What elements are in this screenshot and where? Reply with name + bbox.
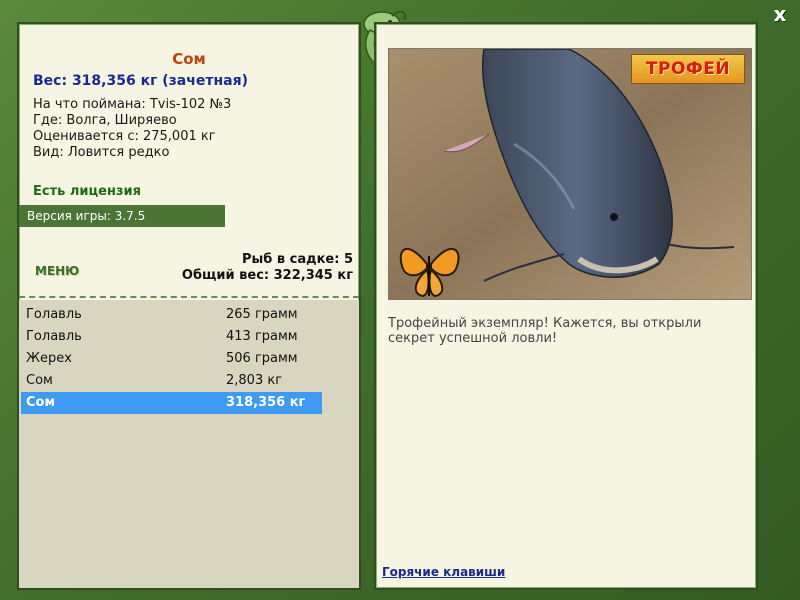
fish-info-panel: Сом Вес: 318,356 кг (зачетная) На что по… <box>17 22 361 590</box>
hotkeys-link[interactable]: Горячие клавиши <box>382 565 505 579</box>
catch-row[interactable]: Жерех 506 грамм <box>21 348 322 370</box>
catfish-image <box>389 49 751 299</box>
section-divider <box>19 296 359 298</box>
catch-fish-name: Голавль <box>26 329 82 344</box>
fish-name: Сом <box>172 50 206 68</box>
catch-row[interactable]: Голавль 265 грамм <box>21 304 322 326</box>
cage-count: Рыб в садке: 5 <box>241 252 353 267</box>
cage-summary: Рыб в садке: 5 Общий вес: 322,345 кг <box>182 252 353 284</box>
trophy-description: Трофейный экземпляр! Кажется, вы открыли… <box>388 316 702 346</box>
catch-fish-name: Жерех <box>26 351 72 366</box>
catch-row[interactable]: Сом 2,803 кг <box>21 370 322 392</box>
cage-total-weight: Общий вес: 322,345 кг <box>181 268 353 283</box>
trophy-panel: ТРОФЕЙ Трофейный экземпляр! Кажется, вы … <box>374 22 758 590</box>
catch-fish-weight: 2,803 кг <box>226 373 283 388</box>
game-version-bar: Версия игры: 3.7.5 <box>19 205 225 227</box>
menu-button[interactable]: МЕНЮ <box>35 264 79 278</box>
close-icon[interactable]: x <box>770 4 790 24</box>
catch-fish-name: Голавль <box>26 307 82 322</box>
catch-fish-weight: 506 грамм <box>226 351 298 366</box>
catch-row-selected[interactable]: Сом 318,356 кг <box>21 392 322 414</box>
trophy-badge: ТРОФЕЙ <box>631 54 745 84</box>
fish-score-threshold: Оценивается с: 275,001 кг <box>33 129 216 144</box>
trophy-photo: ТРОФЕЙ <box>388 48 752 300</box>
catch-row[interactable]: Голавль 413 грамм <box>21 326 322 348</box>
catch-fish-weight: 318,356 кг <box>226 395 306 410</box>
fish-bait: На что поймана: Tvis-102 №3 <box>33 97 232 112</box>
catch-fish-name: Сом <box>26 395 56 410</box>
catch-list: Голавль 265 грамм Голавль 413 грамм Жере… <box>19 300 359 588</box>
fish-location: Где: Волга, Ширяево <box>33 113 177 128</box>
catch-fish-name: Сом <box>26 373 53 388</box>
catch-fish-weight: 265 грамм <box>226 307 298 322</box>
fish-weight: Вес: 318,356 кг (зачетная) <box>33 73 248 89</box>
license-status: Есть лицензия <box>33 184 141 199</box>
catch-fish-weight: 413 грамм <box>226 329 298 344</box>
fish-rarity: Вид: Ловится редко <box>33 145 170 160</box>
